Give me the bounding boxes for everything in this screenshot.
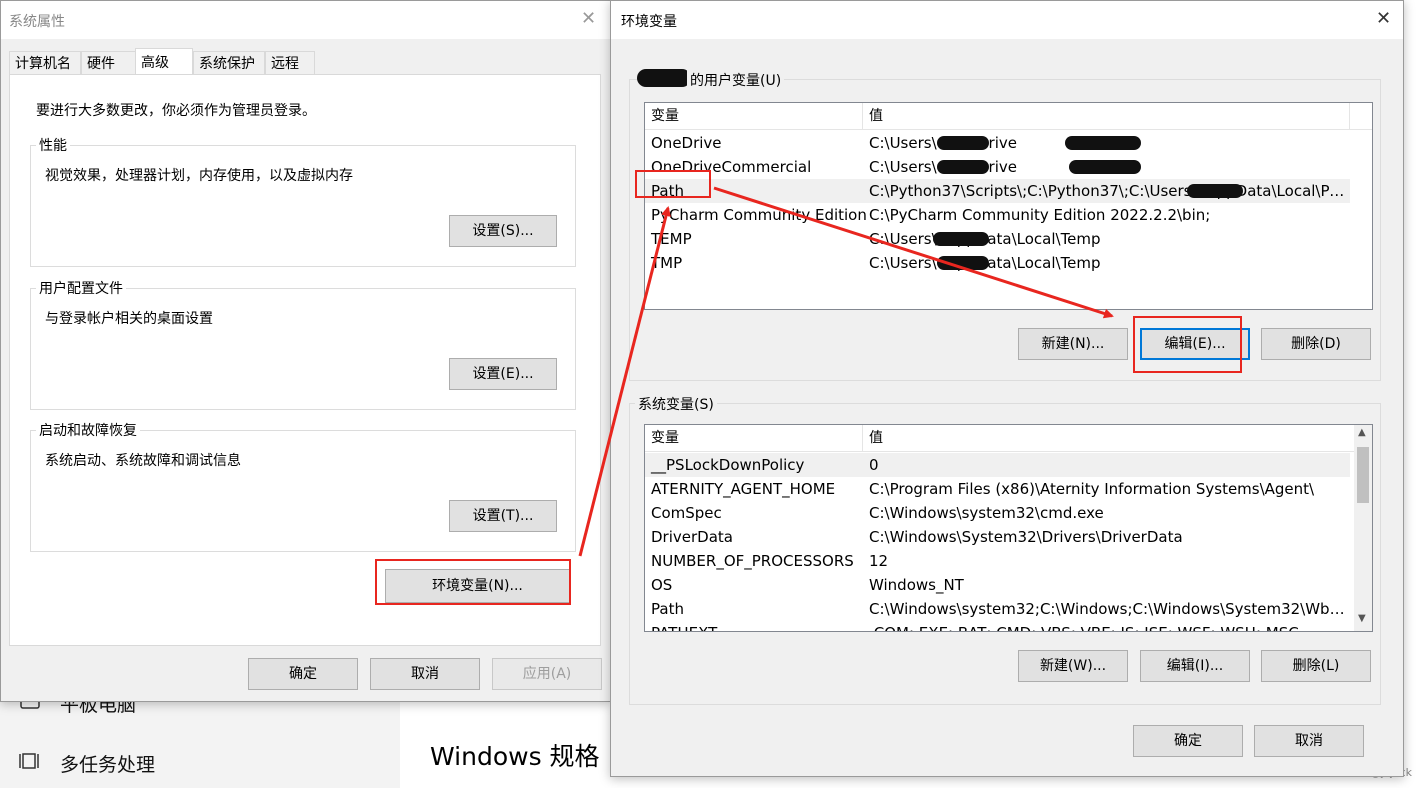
arrow-to-edit-button xyxy=(713,186,1114,319)
arrow-to-path-row xyxy=(578,206,671,557)
annotation-arrows xyxy=(578,186,1114,557)
